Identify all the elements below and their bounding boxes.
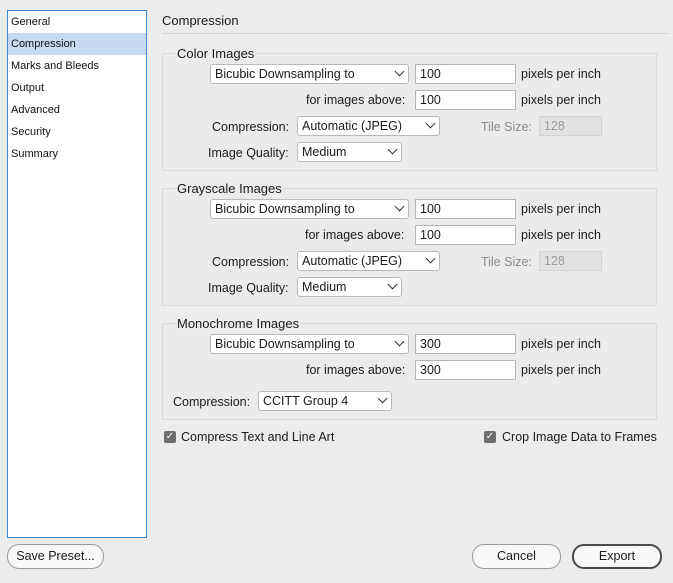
chevron-down-icon: [425, 253, 436, 264]
monochrome-downsampling-select[interactable]: Bicubic Downsampling to: [210, 334, 409, 354]
color-quality-select[interactable]: Medium: [297, 142, 402, 162]
monochrome-images-title: Monochrome Images: [176, 316, 301, 331]
compress-text-label: Compress Text and Line Art: [181, 430, 335, 444]
color-downsampling-select[interactable]: Bicubic Downsampling to: [210, 64, 409, 84]
compress-text-checkbox[interactable]: ✓: [164, 431, 176, 443]
grayscale-downsampling-value: Bicubic Downsampling to: [215, 202, 355, 216]
monochrome-ppi-field[interactable]: 300: [415, 334, 516, 354]
chevron-down-icon: [377, 393, 388, 404]
grayscale-ppi-field[interactable]: 100: [415, 199, 516, 219]
export-button[interactable]: Export: [572, 544, 662, 569]
grayscale-compression-value: Automatic (JPEG): [302, 254, 403, 268]
color-downsampling-value: Bicubic Downsampling to: [215, 67, 355, 81]
grayscale-above-field[interactable]: 100: [415, 225, 516, 245]
grayscale-tile-size-field: 128: [539, 251, 602, 271]
chevron-down-icon: [387, 279, 398, 290]
title-divider: [162, 33, 669, 34]
chevron-down-icon: [394, 336, 405, 347]
color-ppi-unit: pixels per inch: [521, 67, 601, 81]
monochrome-downsampling-value: Bicubic Downsampling to: [215, 337, 355, 351]
sidebar-item-compression[interactable]: Compression: [8, 33, 146, 55]
grayscale-ppi-unit: pixels per inch: [521, 202, 601, 216]
color-quality-value: Medium: [302, 145, 347, 159]
sidebar-item-general[interactable]: General: [8, 11, 146, 33]
grayscale-quality-label: Image Quality:: [208, 281, 289, 295]
grayscale-quality-select[interactable]: Medium: [297, 277, 402, 297]
monochrome-above-field[interactable]: 300: [415, 360, 516, 380]
grayscale-above-label: for images above:: [305, 228, 405, 242]
color-tile-size-label: Tile Size:: [481, 120, 532, 134]
color-compression-label: Compression:: [212, 120, 290, 134]
grayscale-quality-value: Medium: [302, 280, 347, 294]
grayscale-images-title: Grayscale Images: [176, 181, 283, 196]
sidebar-item-output[interactable]: Output: [8, 77, 146, 99]
color-compression-select[interactable]: Automatic (JPEG): [297, 116, 440, 136]
chevron-down-icon: [387, 144, 398, 155]
sidebar-item-marks-and-bleeds[interactable]: Marks and Bleeds: [8, 55, 146, 77]
monochrome-ppi-unit: pixels per inch: [521, 337, 601, 351]
color-ppi-field[interactable]: 100: [415, 64, 516, 84]
color-quality-label: Image Quality:: [208, 146, 289, 160]
crop-image-checkbox[interactable]: ✓: [484, 431, 496, 443]
page-title: Compression: [162, 13, 239, 28]
color-images-title: Color Images: [176, 46, 256, 61]
grayscale-compression-label: Compression:: [212, 255, 290, 269]
monochrome-compression-value: CCITT Group 4: [263, 394, 349, 408]
color-above-label: for images above:: [306, 93, 406, 107]
save-preset-button[interactable]: Save Preset...: [7, 544, 104, 569]
color-tile-size-field: 128: [539, 116, 602, 136]
chevron-down-icon: [425, 118, 436, 129]
chevron-down-icon: [394, 66, 405, 77]
cancel-button[interactable]: Cancel: [472, 544, 561, 569]
color-above-field[interactable]: 100: [415, 90, 516, 110]
grayscale-tile-size-label: Tile Size:: [481, 255, 532, 269]
monochrome-above-unit: pixels per inch: [521, 363, 601, 377]
color-compression-value: Automatic (JPEG): [302, 119, 403, 133]
color-above-unit: pixels per inch: [521, 93, 601, 107]
sidebar: General Compression Marks and Bleeds Out…: [7, 10, 147, 538]
monochrome-compression-label: Compression:: [173, 395, 251, 409]
crop-image-label: Crop Image Data to Frames: [502, 430, 657, 444]
grayscale-compression-select[interactable]: Automatic (JPEG): [297, 251, 440, 271]
grayscale-above-unit: pixels per inch: [521, 228, 601, 242]
grayscale-downsampling-select[interactable]: Bicubic Downsampling to: [210, 199, 409, 219]
chevron-down-icon: [394, 201, 405, 212]
sidebar-item-advanced[interactable]: Advanced: [8, 99, 146, 121]
monochrome-compression-select[interactable]: CCITT Group 4: [258, 391, 392, 411]
monochrome-above-label: for images above:: [306, 363, 406, 377]
sidebar-item-summary[interactable]: Summary: [8, 143, 146, 165]
sidebar-item-security[interactable]: Security: [8, 121, 146, 143]
